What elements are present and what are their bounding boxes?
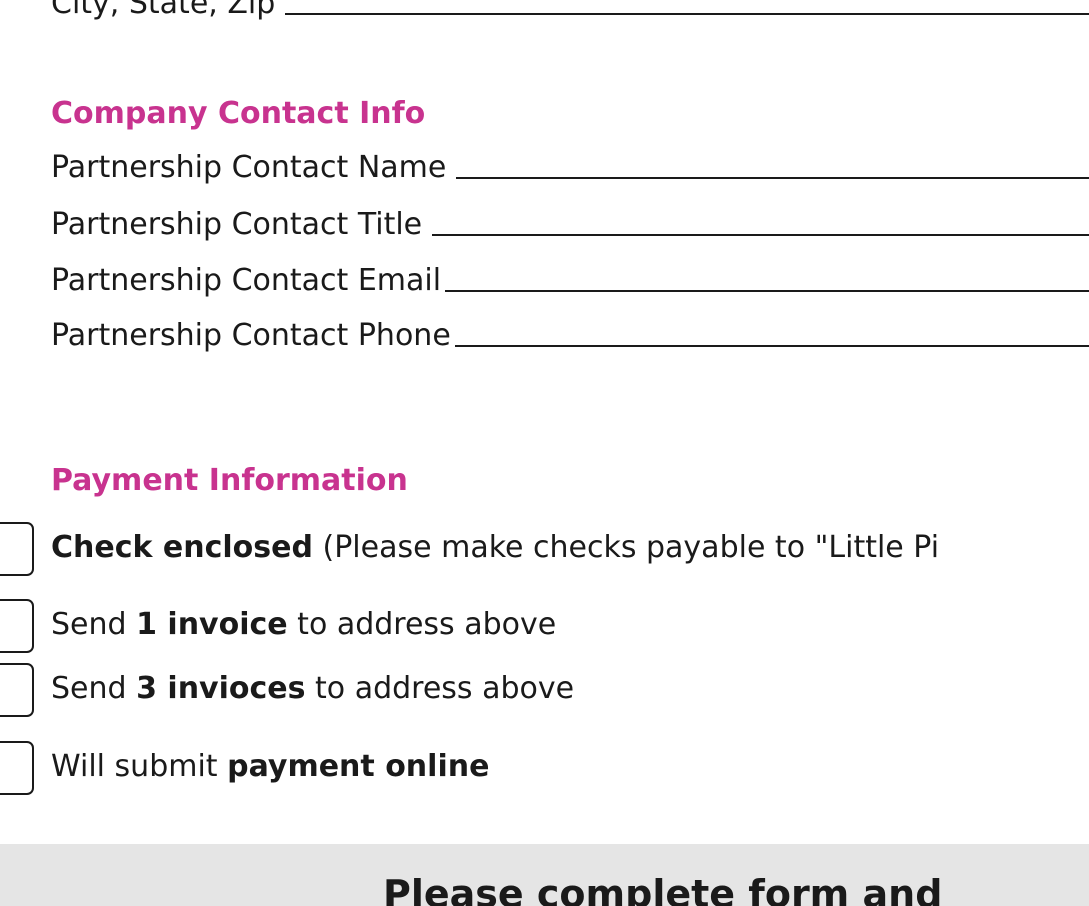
- contact-name-label: Partnership Contact Name: [51, 150, 447, 185]
- contact-phone-label: Partnership Contact Phone: [51, 318, 451, 353]
- contact-phone-row: Partnership Contact Phone: [51, 318, 1089, 353]
- contact-email-field[interactable]: [445, 290, 1089, 292]
- footer-instruction: Please complete form and: [383, 872, 943, 906]
- one-invoice-checkbox[interactable]: [0, 599, 34, 653]
- footer-band: Please complete form and: [0, 844, 1089, 906]
- check-enclosed-suffix: (Please make checks payable to "Little P…: [312, 530, 940, 565]
- company-contact-heading: Company Contact Info: [51, 96, 426, 131]
- payment-online-prefix: Will submit: [51, 749, 228, 784]
- payment-heading: Payment Information: [51, 463, 408, 498]
- contact-name-field[interactable]: [456, 177, 1089, 179]
- three-invoices-suffix: to address above: [305, 671, 575, 706]
- check-enclosed-bold: Check enclosed: [51, 530, 313, 565]
- contact-email-row: Partnership Contact Email: [51, 263, 1089, 298]
- contact-title-row: Partnership Contact Title: [51, 207, 1089, 242]
- city-state-zip-label: City, State, Zip: [51, 0, 276, 21]
- payment-online-bold: payment online: [227, 749, 490, 784]
- form-page: City, State, Zip Company Contact Info Pa…: [0, 0, 1089, 906]
- city-state-zip-row: City, State, Zip: [51, 0, 1089, 21]
- city-state-zip-field[interactable]: [285, 13, 1089, 15]
- one-invoice-bold: 1 invoice: [136, 607, 288, 642]
- one-invoice-suffix: to address above: [287, 607, 557, 642]
- contact-name-row: Partnership Contact Name: [51, 150, 1089, 185]
- payment-online-label: Will submit payment online: [51, 749, 489, 784]
- check-enclosed-checkbox[interactable]: [0, 522, 34, 576]
- check-enclosed-label: Check enclosed (Please make checks payab…: [51, 530, 939, 565]
- one-invoice-label: Send 1 invoice to address above: [51, 607, 556, 642]
- contact-title-field[interactable]: [432, 234, 1089, 236]
- three-invoices-checkbox[interactable]: [0, 663, 34, 717]
- three-invoices-prefix: Send: [51, 671, 137, 706]
- contact-email-label: Partnership Contact Email: [51, 263, 442, 298]
- three-invoices-label: Send 3 invioces to address above: [51, 671, 574, 706]
- payment-online-checkbox[interactable]: [0, 741, 34, 795]
- three-invoices-bold: 3 invioces: [136, 671, 306, 706]
- one-invoice-prefix: Send: [51, 607, 137, 642]
- contact-phone-field[interactable]: [454, 345, 1089, 347]
- contact-title-label: Partnership Contact Title: [51, 207, 423, 242]
